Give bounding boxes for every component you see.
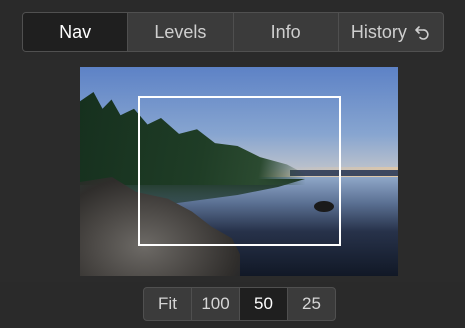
zoom-50-button[interactable]: 50 [239, 288, 287, 320]
tab-nav-label: Nav [59, 21, 92, 42]
tab-info-label: Info [270, 21, 301, 42]
zoom-fit-button[interactable]: Fit [144, 288, 191, 320]
zoom-level-bar: Fit 100 50 25 [143, 287, 336, 321]
tab-levels[interactable]: Levels [127, 13, 232, 51]
tab-nav[interactable]: Nav [23, 13, 128, 51]
tab-history-label: History [350, 21, 407, 42]
zoom-100-button[interactable]: 100 [191, 288, 239, 320]
navigator-preview-area [0, 60, 465, 282]
panel-tab-bar: Nav Levels Info History [22, 12, 444, 52]
tab-history[interactable]: History [337, 13, 443, 51]
zoom-viewport-rectangle[interactable] [138, 96, 341, 246]
undo-icon [413, 23, 431, 41]
tab-info[interactable]: Info [232, 13, 338, 51]
zoom-25-button[interactable]: 25 [287, 288, 335, 320]
tab-levels-label: Levels [154, 21, 207, 42]
navigator-panel: Nav Levels Info History Fit 100 50 25 [0, 0, 465, 328]
